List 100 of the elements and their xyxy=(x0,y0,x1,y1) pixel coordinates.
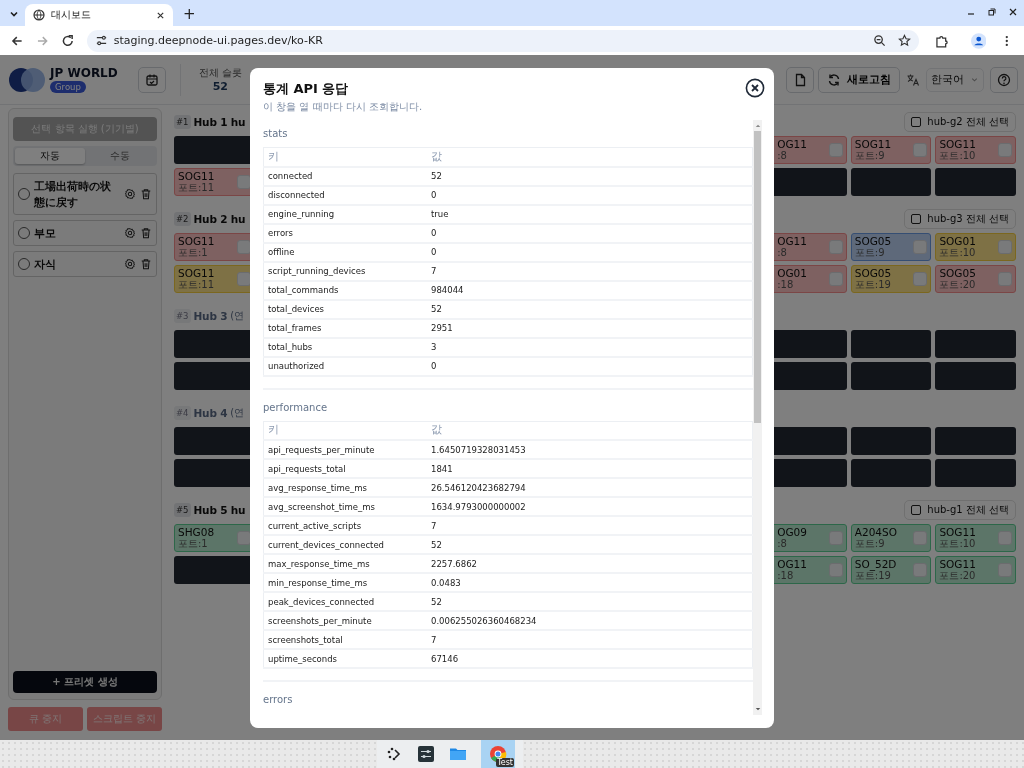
tile-checkbox[interactable] xyxy=(998,272,1012,286)
file-icon xyxy=(793,72,807,87)
settings-icon[interactable] xyxy=(124,258,136,270)
launcher-icon[interactable] xyxy=(385,745,403,763)
reload-icon[interactable] xyxy=(61,33,75,48)
device-tile[interactable]: SO_52D 포트:19 xyxy=(850,556,932,584)
profile-icon[interactable] xyxy=(970,32,987,49)
tile-checkbox[interactable] xyxy=(828,531,843,545)
site-settings-icon[interactable] xyxy=(94,34,108,47)
preset-item[interactable]: 자식 xyxy=(13,251,157,277)
tile-checkbox[interactable] xyxy=(828,272,843,286)
mode-tab[interactable]: 수동 xyxy=(85,148,155,164)
help-button[interactable] xyxy=(990,66,1018,93)
file-button[interactable] xyxy=(786,66,814,93)
device-tile[interactable]: SOG11 포트:20 xyxy=(935,556,1016,584)
checkbox[interactable] xyxy=(911,117,922,127)
checkbox[interactable] xyxy=(911,214,922,224)
tile-checkbox[interactable] xyxy=(998,531,1012,545)
slots-label: 전체 슬롯 xyxy=(198,66,242,80)
globe-icon xyxy=(33,9,45,21)
restore-icon[interactable] xyxy=(987,7,997,17)
trash-icon[interactable] xyxy=(140,188,152,200)
close-icon[interactable] xyxy=(156,10,165,20)
scroll-up-icon[interactable] xyxy=(754,123,761,128)
tile-checkbox[interactable] xyxy=(828,240,843,254)
select-all-toggle[interactable]: hub-g3 전체 선택 xyxy=(904,209,1016,229)
hub-note: (연 xyxy=(230,309,245,323)
settings-icon[interactable] xyxy=(124,227,136,239)
hub-number: #2 xyxy=(174,212,191,226)
port-label: 포트:9 xyxy=(854,538,886,550)
select-all-toggle[interactable]: hub-g1 전체 선택 xyxy=(904,500,1016,520)
device-tile[interactable]: SOG05 포트:19 xyxy=(850,265,932,293)
tile-checkbox[interactable] xyxy=(236,175,251,189)
table-cell: avg_response_time_ms xyxy=(263,478,427,497)
mode-tab[interactable]: 자동 xyxy=(15,148,85,164)
new-tab-button[interactable]: + xyxy=(179,5,200,23)
table-cell: 67146 xyxy=(427,649,753,668)
tile-checkbox[interactable] xyxy=(913,143,928,157)
port-label: :8 xyxy=(777,538,788,550)
tile-checkbox[interactable] xyxy=(913,531,928,545)
device-name: SOG11 xyxy=(939,558,977,570)
scrollbar[interactable] xyxy=(753,120,762,715)
tile-checkbox[interactable] xyxy=(913,563,928,577)
tile-checkbox[interactable] xyxy=(913,240,928,254)
table-cell: 3 xyxy=(427,337,753,357)
zoom-icon[interactable] xyxy=(873,34,887,47)
trash-icon[interactable] xyxy=(140,258,152,270)
tile-checkbox[interactable] xyxy=(828,143,843,157)
browser-tab[interactable]: 대시보드 xyxy=(25,4,173,26)
star-icon[interactable] xyxy=(898,34,912,47)
browser-app-button[interactable]: Test xyxy=(481,740,515,768)
puzzle-icon[interactable] xyxy=(935,33,949,48)
port-label: :8 xyxy=(777,150,788,162)
table-cell: script_running_devices xyxy=(263,261,427,281)
device-tile[interactable]: SOG11 포트:10 xyxy=(935,136,1016,164)
settings-app-icon[interactable] xyxy=(417,745,435,763)
tile-checkbox[interactable] xyxy=(998,240,1012,254)
table-cell: 52 xyxy=(427,535,753,554)
device-tile[interactable]: SOG05 포트:20 xyxy=(935,265,1016,293)
close-icon[interactable] xyxy=(745,78,765,98)
preset-item[interactable]: 工場出荷時の状態に戻す xyxy=(13,173,157,215)
checkbox[interactable] xyxy=(911,505,922,515)
tile-checkbox[interactable] xyxy=(236,272,251,286)
tile-checkbox[interactable] xyxy=(236,531,251,545)
create-preset-button[interactable]: + 프리셋 생성 xyxy=(13,671,157,693)
tile-checkbox[interactable] xyxy=(828,563,843,577)
device-tile[interactable]: SOG11 포트:10 xyxy=(935,524,1016,552)
device-name: OG01 xyxy=(777,267,808,279)
language-select[interactable]: 한국어 xyxy=(926,67,984,92)
settings-icon[interactable] xyxy=(124,188,136,200)
translate-icon[interactable] xyxy=(906,72,920,87)
device-tile[interactable]: SOG05 포트:9 xyxy=(850,233,932,261)
preset-item[interactable]: 부모 xyxy=(13,220,157,246)
slots-count: 52 xyxy=(212,80,228,93)
close-icon[interactable] xyxy=(1008,7,1018,17)
device-tile[interactable]: SOG11 포트:9 xyxy=(850,136,932,164)
select-all-label: hub-g1 전체 선택 xyxy=(927,503,1009,517)
select-all-toggle[interactable]: hub-g2 전체 선택 xyxy=(904,112,1016,132)
caret-icon xyxy=(970,75,979,84)
tile-checkbox[interactable] xyxy=(236,240,251,254)
device-name: SOG05 xyxy=(854,235,893,247)
calendar-button[interactable] xyxy=(137,66,166,93)
port-label: 포트:20 xyxy=(939,570,977,582)
table-cell: 0.006255026360468234 xyxy=(427,611,753,630)
refresh-button[interactable]: 새로고침 xyxy=(818,66,900,93)
trash-icon[interactable] xyxy=(140,227,152,239)
scroll-down-icon[interactable] xyxy=(754,707,761,712)
address-bar[interactable]: staging.deepnode-ui.pages.dev/ko-KR xyxy=(86,29,920,52)
table-cell: api_requests_total xyxy=(263,459,427,478)
brand-name: JP WORLD xyxy=(50,66,118,80)
device-tile[interactable]: A204SO 포트:9 xyxy=(850,524,932,552)
tile-checkbox[interactable] xyxy=(998,143,1012,157)
device-name: SOG11 xyxy=(178,267,216,279)
device-tile[interactable]: SOG01 포트:10 xyxy=(935,233,1016,261)
table-cell: 7 xyxy=(427,516,753,535)
tile-checkbox[interactable] xyxy=(998,563,1012,577)
hub-number: #1 xyxy=(174,115,191,129)
tile-checkbox[interactable] xyxy=(913,272,928,286)
port-label: 포트:1 xyxy=(178,247,209,259)
table-cell: avg_screenshot_time_ms xyxy=(263,497,427,516)
